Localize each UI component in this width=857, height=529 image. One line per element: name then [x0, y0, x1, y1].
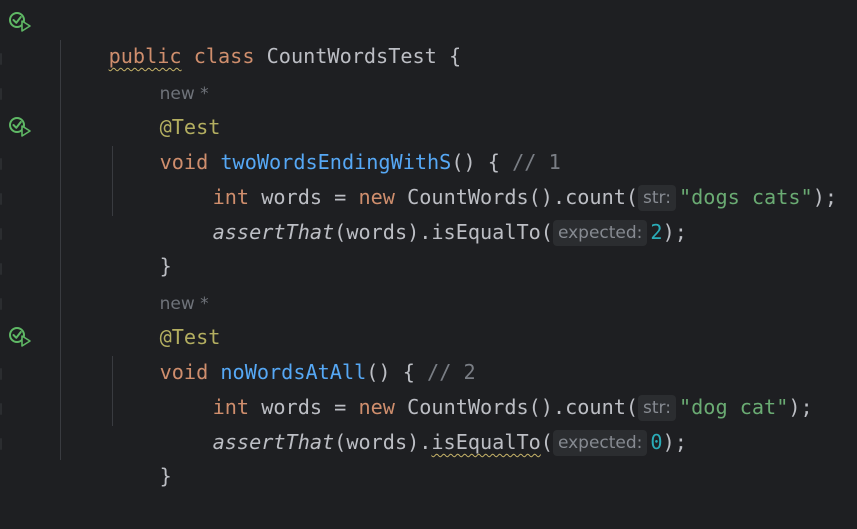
code-line-method-signature[interactable]: void noWordsAtAll() { // 2 — [111, 320, 476, 384]
assert-function: assertThat — [212, 430, 335, 454]
open-paren: ( — [540, 430, 553, 454]
code-line-close-brace[interactable]: } — [111, 214, 172, 278]
run-test-icon[interactable] — [8, 116, 32, 138]
warning-underlined-method: isEqualTo — [431, 430, 541, 454]
class-name: CountWordsTest — [266, 44, 437, 68]
run-test-icon[interactable] — [8, 326, 32, 348]
statement-end: ); — [812, 185, 837, 209]
gutter-marker — [0, 158, 2, 170]
string-literal: "dog cat" — [678, 395, 789, 419]
gutter-marker — [0, 88, 2, 100]
code-line-statement[interactable]: int words = new CountWords().count(str: "… — [164, 355, 813, 421]
code-lens-author[interactable]: new * — [111, 40, 209, 104]
assertion-chain: (words).isEqualTo( — [334, 220, 553, 244]
open-brace: { — [436, 44, 462, 68]
assertion-chain: (words). — [334, 430, 432, 454]
code-line-class-declaration[interactable]: public class CountWordsTest { — [60, 4, 462, 68]
gutter-marker — [0, 53, 2, 65]
code-line-method-signature[interactable]: void twoWordsEndingWithS() { // 1 — [111, 110, 561, 174]
gutter-marker — [0, 368, 2, 380]
gutter-marker — [0, 298, 2, 310]
gutter-marker — [0, 403, 2, 415]
code-line-annotation[interactable]: @Test — [111, 285, 221, 349]
number-literal: 0 — [650, 430, 663, 454]
code-line-assertion[interactable]: assertThat(words).isEqualTo(expected: 2); — [164, 180, 687, 246]
code-lens-author[interactable]: new * — [111, 250, 209, 314]
statement-end: ); — [662, 430, 687, 454]
statement-end: ); — [788, 395, 813, 419]
code-line-annotation[interactable]: @Test — [111, 75, 221, 139]
gutter-marker — [0, 228, 2, 240]
code-editor[interactable]: public class CountWordsTest { new * @Tes… — [0, 0, 857, 488]
parameter-hint: expected: — [552, 220, 648, 246]
number-literal: 2 — [650, 220, 663, 244]
parameter-hint: expected: — [552, 430, 648, 456]
run-test-icon[interactable] — [8, 11, 32, 33]
gutter-marker — [0, 438, 2, 450]
gutter-marker — [0, 263, 2, 275]
string-literal: "dogs cats" — [678, 185, 813, 209]
assert-function: assertThat — [212, 220, 335, 244]
gutter-marker — [0, 193, 2, 205]
code-line-close-brace[interactable]: } — [111, 424, 172, 488]
code-line-statement[interactable]: int words = new CountWords().count(str: "… — [164, 145, 837, 211]
statement-end: ); — [662, 220, 687, 244]
code-line-assertion[interactable]: assertThat(words).isEqualTo(expected: 0); — [164, 390, 687, 456]
close-brace: } — [159, 464, 172, 488]
